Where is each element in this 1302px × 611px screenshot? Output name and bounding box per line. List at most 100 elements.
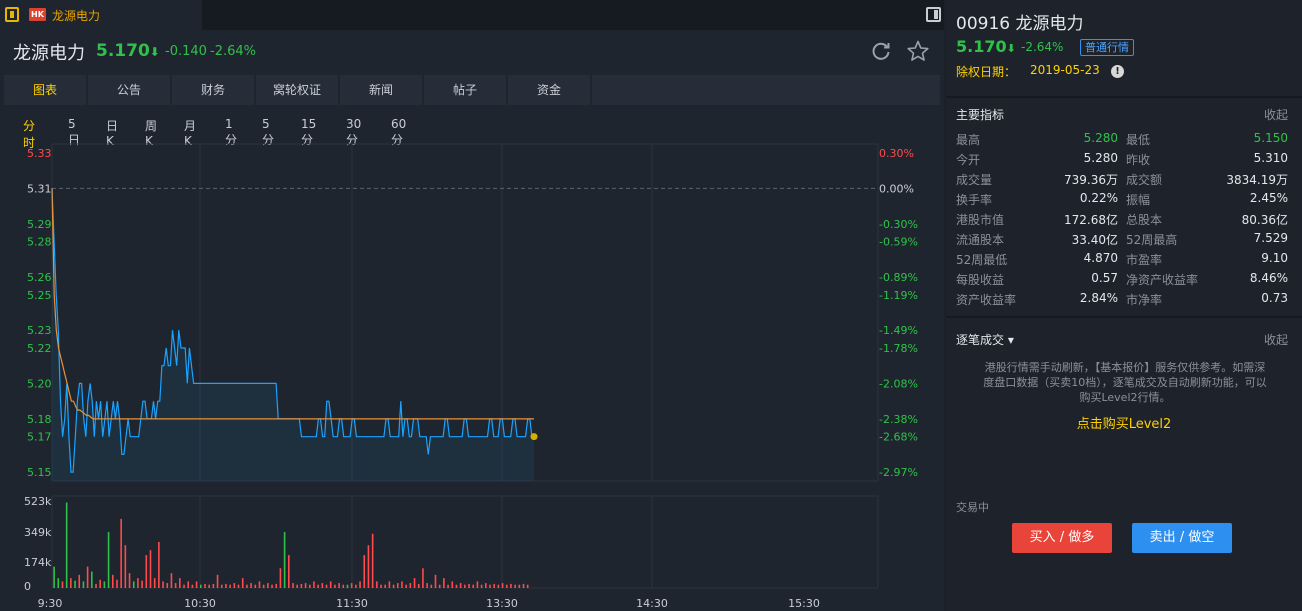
panel-toggle-icon[interactable] <box>926 7 941 22</box>
volume-bar <box>455 584 458 588</box>
buy-level2-link[interactable]: 点击购买Level2 <box>946 413 1302 432</box>
percent-tick-label: -0.30% <box>879 218 918 231</box>
watchlist-icon[interactable] <box>5 7 19 22</box>
metric-value: 80.36亿 <box>1241 213 1288 227</box>
volume-bar <box>388 581 391 588</box>
metric-label: 港股市值 <box>956 213 1005 227</box>
volume-bar <box>229 584 231 588</box>
tab-5[interactable]: 帖子 <box>424 75 506 105</box>
price-tick-label: 5.29 <box>27 218 52 231</box>
time-tick-label: 9:30 <box>38 597 63 610</box>
volume-bar <box>497 584 500 588</box>
metrics-collapse-button[interactable]: 收起 <box>1264 106 1288 123</box>
volume-bar <box>405 584 407 588</box>
volume-bar <box>355 584 357 588</box>
volume-bar <box>510 583 512 588</box>
sell-button[interactable]: 卖出 / 做空 <box>1132 523 1232 553</box>
metric-label: 资产收益率 <box>956 293 1017 307</box>
volume-bar <box>271 584 273 588</box>
tab-bar-filler <box>592 75 940 105</box>
volume-bar <box>384 584 387 588</box>
volume-bar <box>275 583 278 588</box>
volume-bar <box>174 583 177 588</box>
volume-bar <box>430 584 433 588</box>
volume-bar <box>485 583 487 588</box>
percent-tick-label: 0.00% <box>879 182 914 195</box>
metrics-table: 最高 5.280 最低 5.150 今开 5.280 昨收 5.310 成交量 739.36万 成交… <box>956 131 1288 311</box>
tab-0[interactable]: 图表 <box>4 75 86 105</box>
metric-row: 每股收益 0.57 净资产收益率 8.46% <box>956 271 1288 291</box>
percent-tick-label: -2.38% <box>879 413 918 426</box>
metric-row: 今开 5.280 昨收 5.310 <box>956 151 1288 171</box>
volume-bar <box>338 583 340 588</box>
volume-bar <box>241 578 244 588</box>
metric-value: 0.22% <box>1079 191 1118 205</box>
hk-market-badge: HK <box>29 8 46 21</box>
volume-bar <box>514 584 516 588</box>
volume-bar <box>279 568 282 588</box>
volume-bar <box>464 584 466 588</box>
price-tick-label: 5.25 <box>27 289 52 302</box>
volume-bar <box>153 578 156 588</box>
metric-row: 资产收益率 2.84% 市净率 0.73 <box>956 291 1288 311</box>
tab-6[interactable]: 资金 <box>508 75 590 105</box>
volume-bar <box>518 584 521 588</box>
tab-4[interactable]: 新闻 <box>340 75 422 105</box>
volume-bar <box>334 584 336 588</box>
document-tab-bar: HK 龙源电力 <box>0 0 944 30</box>
panel-change-percent: -2.64% <box>1021 40 1064 54</box>
volume-bar <box>262 584 265 588</box>
percent-tick-label: -1.19% <box>879 289 918 302</box>
price-change: -0.140 <box>165 44 207 59</box>
price-tick-label: 5.23 <box>27 324 52 337</box>
time-tick-label: 10:30 <box>184 597 216 610</box>
quote-level-badge[interactable]: 普通行情 <box>1080 39 1134 56</box>
metric-label: 昨收 <box>1126 153 1151 167</box>
volume-bar <box>317 584 319 588</box>
metric-label: 52周最高 <box>1126 233 1178 247</box>
volume-bar <box>438 584 441 588</box>
tick-trades-collapse-button[interactable]: 收起 <box>1264 331 1288 348</box>
volume-bar <box>342 584 345 588</box>
volume-bar <box>409 583 412 588</box>
tab-1[interactable]: 公告 <box>88 75 170 105</box>
volume-bar <box>183 584 185 588</box>
refresh-icon[interactable] <box>870 40 892 62</box>
volume-bar <box>443 578 445 588</box>
current-price-dot <box>530 433 538 441</box>
metric-label: 每股收益 <box>956 273 1005 287</box>
left-pane: HK 龙源电力 龙源电力 5.170⬇ -0.140 -2.64% 图表 公告 财务… <box>0 0 944 611</box>
volume-bar <box>204 583 206 588</box>
time-tick-label: 13:30 <box>486 597 518 610</box>
buy-button[interactable]: 买入 / 做多 <box>1012 523 1112 553</box>
volume-bar <box>283 532 286 588</box>
volume-bar <box>250 583 252 588</box>
tick-trades-title[interactable]: 逐笔成交 ▾ <box>956 331 1014 348</box>
star-icon[interactable] <box>906 39 930 63</box>
metric-value: 739.36万 <box>1064 173 1118 187</box>
volume-bar <box>371 533 374 588</box>
stock-tab[interactable]: HK 龙源电力 <box>0 0 202 30</box>
stock-code-name: 00916 龙源电力 <box>956 14 1084 34</box>
volume-bar <box>350 583 353 588</box>
info-icon[interactable]: ! <box>1111 65 1124 78</box>
volume-bar <box>162 581 164 588</box>
metric-label: 总股本 <box>1126 213 1163 227</box>
metric-value: 172.68亿 <box>1064 213 1118 227</box>
volume-bar <box>254 584 257 588</box>
metric-value: 4.870 <box>1083 251 1118 265</box>
metric-value: 5.150 <box>1253 131 1288 145</box>
tab-2[interactable]: 财务 <box>172 75 254 105</box>
tab-3[interactable]: 窝轮权证 <box>256 75 338 105</box>
intraday-chart[interactable]: 5.33 5.31 5.29 5.28 5.26 5.25 5.23 5.22 5.20 5.18… <box>0 136 944 611</box>
volume-bar <box>170 573 173 588</box>
metric-label: 振幅 <box>1126 193 1151 207</box>
volume-bar <box>459 583 462 588</box>
volume-bar <box>313 581 315 588</box>
volume-bar <box>489 584 491 588</box>
time-tick-label: 15:30 <box>788 597 820 610</box>
stock-name: 龙源电力 <box>13 43 85 64</box>
volume-bar <box>179 578 181 588</box>
volume-bar <box>472 584 475 588</box>
percent-tick-label: -1.49% <box>879 324 918 337</box>
